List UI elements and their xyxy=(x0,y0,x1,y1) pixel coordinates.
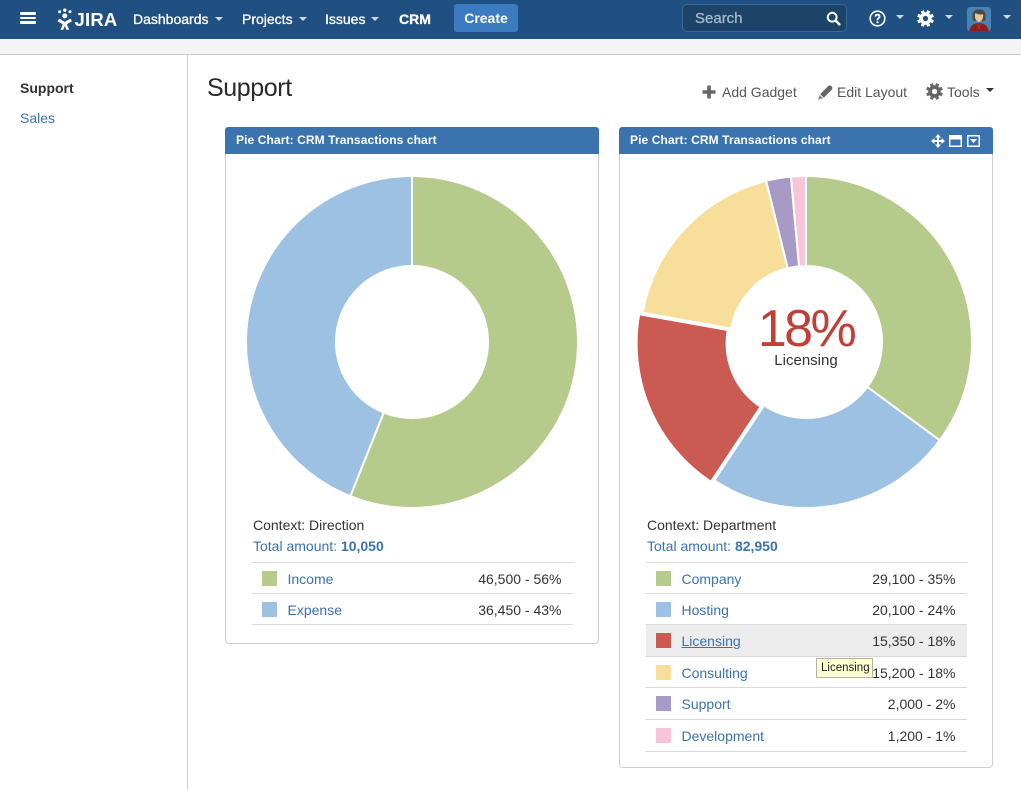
svg-text:JIRA: JIRA xyxy=(75,9,118,30)
